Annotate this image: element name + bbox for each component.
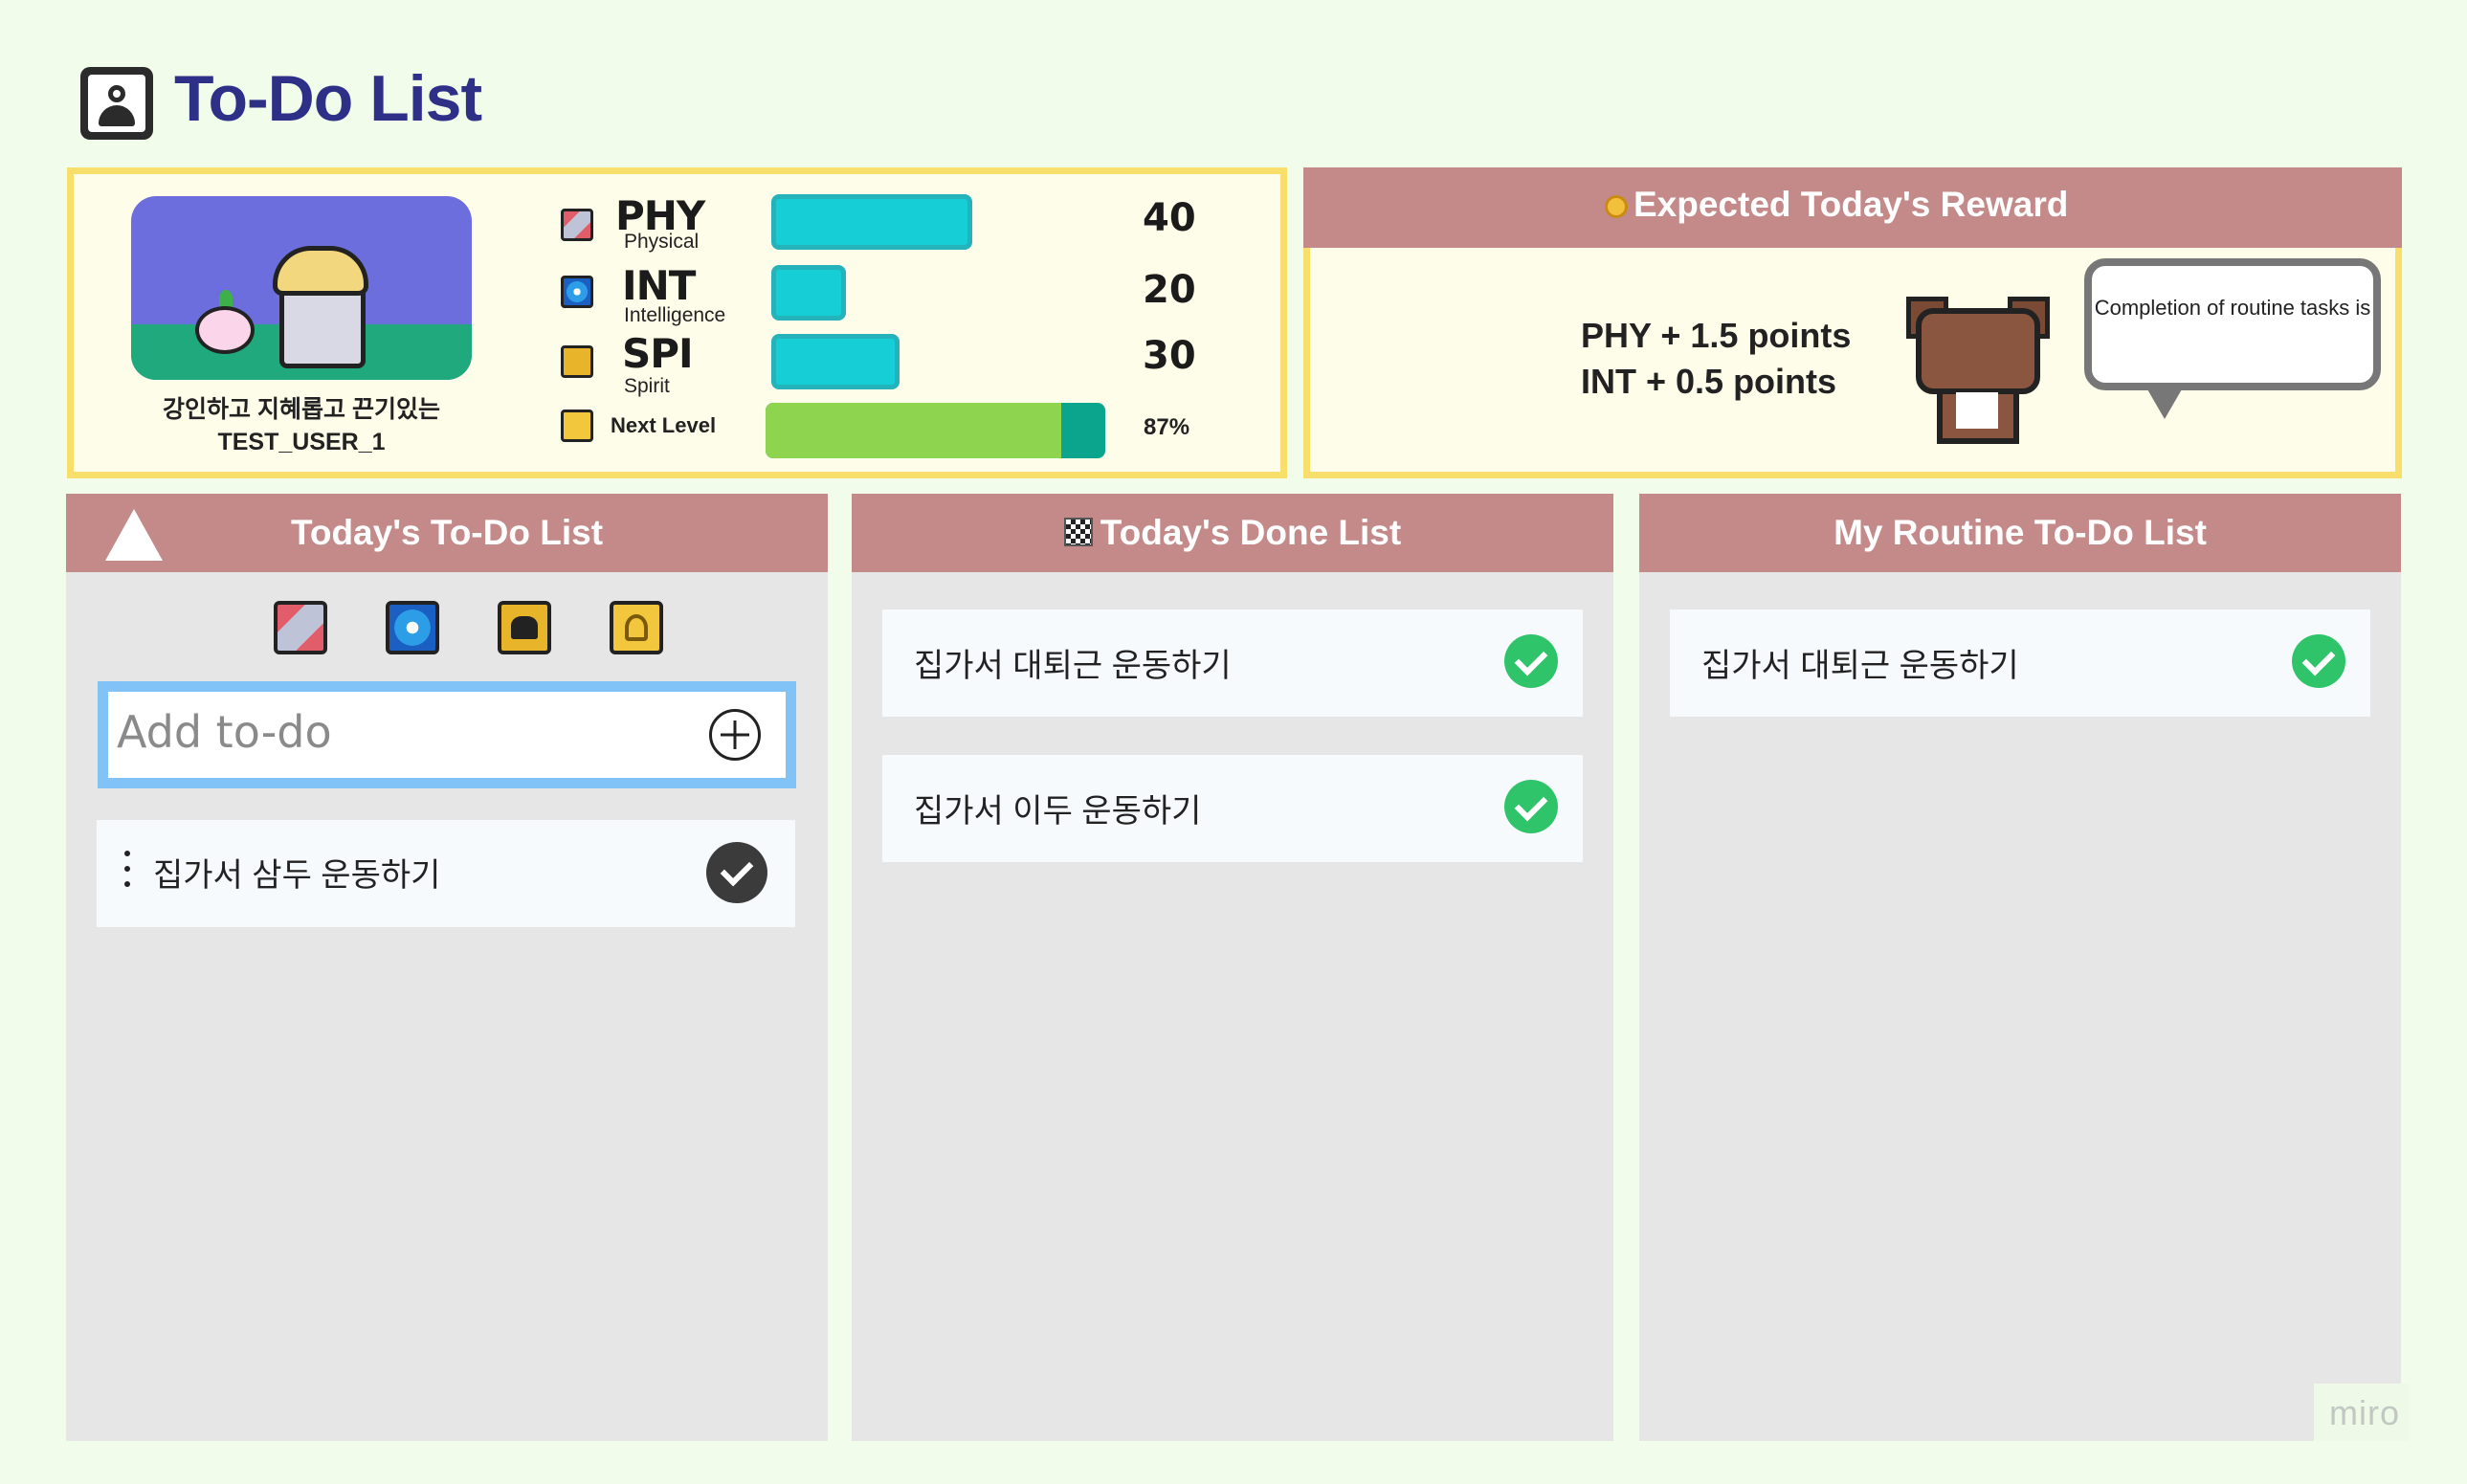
stat-int-sub: Intelligence bbox=[624, 304, 726, 326]
sword-icon bbox=[561, 209, 593, 241]
reward-title: Expected Today's Reward bbox=[1634, 185, 2069, 224]
done-check-icon[interactable] bbox=[1504, 780, 1558, 833]
routine-header: My Routine To-Do List bbox=[1639, 494, 2401, 572]
user-title: 강인하고 지혜롭고 끈기있는 bbox=[163, 396, 440, 423]
add-todo-input[interactable] bbox=[115, 698, 689, 765]
todo-header: Today's To-Do List bbox=[66, 494, 828, 572]
todo-column bbox=[66, 494, 828, 1441]
stat-int-value: 20 bbox=[1143, 268, 1196, 312]
stat-int-bar bbox=[771, 265, 846, 321]
stat-spi-value: 30 bbox=[1143, 334, 1196, 378]
bear-mascot bbox=[1906, 297, 2050, 445]
collapse-triangle-icon[interactable] bbox=[105, 509, 163, 561]
routine-item-text: 집가서 대퇴근 운동하기 bbox=[1701, 648, 2019, 684]
stat-phy-bar bbox=[771, 194, 972, 250]
next-level-progress bbox=[766, 403, 1105, 458]
done-header: Today's Done List bbox=[852, 494, 1613, 572]
stat-spi-bar bbox=[771, 334, 900, 389]
spirit-icon bbox=[561, 345, 593, 378]
category-orb-icon[interactable] bbox=[386, 601, 439, 654]
stat-phy-value: 40 bbox=[1143, 196, 1196, 240]
done-item-text: 집가서 이두 운동하기 bbox=[914, 793, 1202, 830]
speech-bubble bbox=[2084, 258, 2381, 390]
stat-spi-name: SPI bbox=[622, 330, 694, 377]
add-todo-button[interactable] bbox=[709, 709, 761, 761]
done-header-label: Today's Done List bbox=[1100, 513, 1402, 552]
done-item-text: 집가서 대퇴근 운동하기 bbox=[914, 648, 1232, 684]
next-level-label: Next Level bbox=[611, 413, 717, 437]
stat-phy-sub: Physical bbox=[624, 231, 700, 253]
reward-header: Expected Today's Reward bbox=[1303, 167, 2402, 248]
routine-header-label: My Routine To-Do List bbox=[1834, 513, 2207, 552]
category-level-icon[interactable] bbox=[610, 601, 663, 654]
stat-spi-sub: Spirit bbox=[624, 375, 670, 397]
todo-item-text: 집가서 삼두 운동하기 bbox=[153, 857, 441, 894]
checkered-flag-icon bbox=[1063, 518, 1093, 546]
reward-int: INT + 0.5 points bbox=[1581, 362, 1837, 401]
todo-header-label: Today's To-Do List bbox=[290, 513, 604, 552]
speech-bubble-tail bbox=[2144, 383, 2186, 419]
category-sword-icon[interactable] bbox=[274, 601, 327, 654]
category-spirit-icon[interactable] bbox=[498, 601, 551, 654]
routine-check-icon[interactable] bbox=[2292, 634, 2345, 688]
orb-icon bbox=[561, 276, 593, 308]
complete-check-button[interactable] bbox=[706, 842, 767, 903]
miro-logo: miro bbox=[2329, 1393, 2400, 1432]
stat-int-name: INT bbox=[622, 262, 696, 309]
drag-handle-icon[interactable] bbox=[124, 851, 130, 897]
next-level-fill bbox=[766, 403, 1061, 458]
level-icon bbox=[561, 410, 593, 442]
reward-phy: PHY + 1.5 points bbox=[1581, 316, 1852, 355]
medal-icon bbox=[1605, 195, 1628, 218]
next-level-percent: 87% bbox=[1144, 414, 1190, 440]
speech-bubble-text: Completion of routine tasks is bbox=[2094, 296, 2371, 320]
done-check-icon[interactable] bbox=[1504, 634, 1558, 688]
user-badge-icon bbox=[80, 67, 153, 140]
page-title: To-Do List bbox=[174, 62, 482, 135]
avatar[interactable] bbox=[131, 196, 472, 380]
user-name: TEST_USER_1 bbox=[217, 429, 386, 455]
